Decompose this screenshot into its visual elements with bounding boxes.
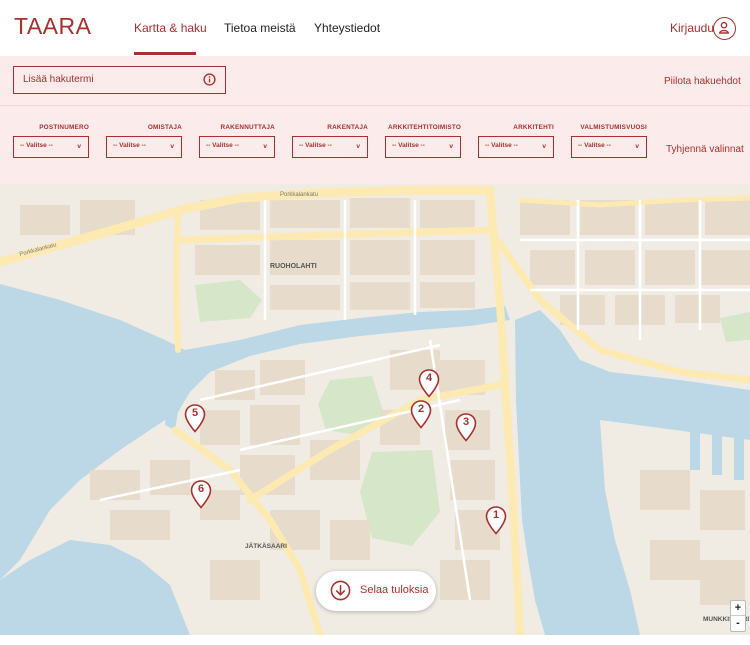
- info-icon[interactable]: [203, 73, 216, 86]
- marker-number: 1: [492, 509, 500, 521]
- browse-results-button[interactable]: Selaa tuloksia: [316, 571, 436, 611]
- map-marker[interactable]: 2: [410, 400, 432, 429]
- filter-label: ARKKITEHTI: [513, 124, 554, 131]
- filter-select-value: -- Valitse --: [299, 142, 332, 149]
- map-label: Porkkalankatu: [280, 192, 318, 198]
- chevron-down-icon: v: [449, 143, 453, 150]
- chevron-down-icon: v: [170, 143, 174, 150]
- marker-number: 6: [197, 483, 205, 495]
- filter-select-value: -- Valitse --: [206, 142, 239, 149]
- hide-search-options-link[interactable]: Piilota hakuehdot: [664, 76, 741, 87]
- filter-select-value: -- Valitse --: [578, 142, 611, 149]
- login-link[interactable]: Kirjaudu: [670, 21, 714, 35]
- search-input[interactable]: [14, 67, 194, 92]
- zoom-control: + -: [730, 600, 746, 632]
- filter-select-value: -- Valitse --: [113, 142, 146, 149]
- zoom-in-button[interactable]: +: [731, 601, 745, 616]
- filter-label: ARKKITEHTITOIMISTO: [388, 124, 461, 131]
- map-marker[interactable]: 1: [485, 506, 507, 535]
- filter-select-valmistumisvuosi[interactable]: -- Valitse -- v: [571, 136, 647, 158]
- filter-select-value: -- Valitse --: [485, 142, 518, 149]
- chevron-down-icon: v: [356, 143, 360, 150]
- filter-select-rakennuttaja[interactable]: -- Valitse -- v: [199, 136, 275, 158]
- browse-results-label: Selaa tuloksia: [360, 584, 429, 596]
- filter-label: RAKENTAJA: [327, 124, 368, 131]
- marker-number: 5: [191, 407, 199, 419]
- map[interactable]: Porkkalankatu Porkkalankatu RUOHOLAHTI J…: [0, 184, 750, 635]
- zoom-out-button[interactable]: -: [731, 616, 745, 631]
- marker-number: 3: [462, 416, 470, 428]
- chevron-down-icon: v: [542, 143, 546, 150]
- filter-label: OMISTAJA: [147, 124, 182, 131]
- map-marker[interactable]: 4: [418, 369, 440, 398]
- marker-number: 2: [417, 403, 425, 415]
- nav-active-underline: [134, 52, 196, 55]
- header: TAARA Kartta & haku Tietoa meistä Yhteys…: [0, 0, 750, 56]
- map-marker[interactable]: 5: [184, 404, 206, 433]
- filter-label: RAKENNUTTAJA: [220, 124, 275, 131]
- search-box: [13, 66, 226, 94]
- map-label: JÄTKÄSAARI: [245, 542, 287, 550]
- logo[interactable]: TAARA: [14, 13, 91, 40]
- nav-item-yhteystiedot[interactable]: Yhteystiedot: [314, 21, 380, 35]
- nav-item-kartta-haku[interactable]: Kartta & haku: [134, 21, 207, 35]
- filter-select-postinumero[interactable]: -- Valitse -- v: [13, 136, 89, 158]
- marker-number: 4: [425, 372, 433, 384]
- filter-label: VALMISTUMISVUOSI: [580, 124, 647, 131]
- filter-select-value: -- Valitse --: [392, 142, 425, 149]
- chevron-down-icon: v: [635, 143, 639, 150]
- user-circle-icon[interactable]: [713, 17, 736, 40]
- chevron-down-icon: v: [77, 143, 81, 150]
- map-marker[interactable]: 6: [190, 480, 212, 509]
- filter-select-arkkitehtitoimisto[interactable]: -- Valitse -- v: [385, 136, 461, 158]
- clear-selections-link[interactable]: Tyhjennä valinnat: [666, 144, 744, 155]
- filter-select-omistaja[interactable]: -- Valitse -- v: [106, 136, 182, 158]
- search-panel: Piilota hakuehdot: [0, 56, 750, 106]
- map-canvas[interactable]: Porkkalankatu Porkkalankatu RUOHOLAHTI J…: [0, 184, 750, 635]
- filter-select-value: -- Valitse --: [20, 142, 53, 149]
- nav-item-tietoa-meista[interactable]: Tietoa meistä: [224, 21, 296, 35]
- filter-label: POSTINUMERO: [39, 124, 89, 131]
- arrow-down-circle-icon: [330, 580, 351, 601]
- map-label: RUOHOLAHTI: [270, 263, 317, 270]
- map-marker[interactable]: 3: [455, 413, 477, 442]
- filter-select-arkkitehti[interactable]: -- Valitse -- v: [478, 136, 554, 158]
- filters-panel: POSTINUMERO -- Valitse -- v OMISTAJA -- …: [0, 106, 750, 184]
- chevron-down-icon: v: [263, 143, 267, 150]
- page-bottom: [0, 635, 750, 645]
- filter-select-rakentaja[interactable]: -- Valitse -- v: [292, 136, 368, 158]
